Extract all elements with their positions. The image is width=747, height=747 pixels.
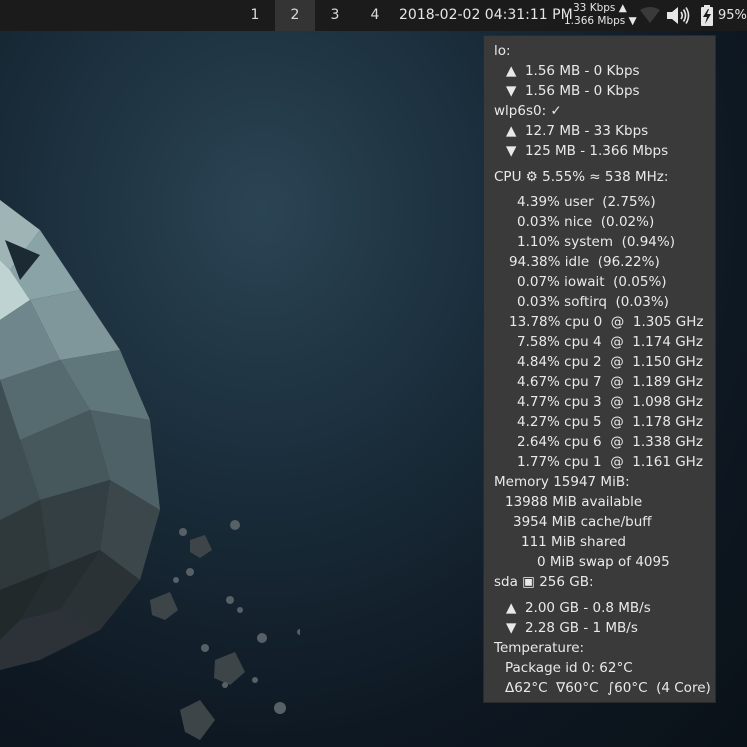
cpu-core-5: 4.27% cpu 5 @ 1.178 GHz <box>517 414 703 430</box>
network-speed-widget[interactable]: 33 Kbps ▲ 1.366 Mbps ▼ <box>564 2 637 28</box>
wifi-icon[interactable] <box>640 7 660 24</box>
battery-percentage: 95% <box>718 8 747 23</box>
cpu-user: 4.39% user (2.75%) <box>517 194 656 210</box>
workspace-2-button[interactable]: 2 <box>275 0 315 31</box>
memory-available: 13988 MiB available <box>505 494 643 510</box>
cpu-core-4: 7.58% cpu 4 @ 1.174 GHz <box>517 334 703 350</box>
wlp6s0-upload: ▲ 12.7 MB - 33 Kbps <box>506 123 649 139</box>
temperature-stats: Δ62°C ∇60°C ∫60°C (4 Core) <box>505 680 711 696</box>
wlp6s0-interface-label: wlp6s0: ✓ <box>494 103 562 119</box>
temperature-package: Package id 0: 62°C <box>505 660 633 676</box>
cpu-softirq: 0.03% softirq (0.03%) <box>517 294 669 310</box>
memory-shared: 111 MiB shared <box>521 534 627 550</box>
cpu-core-6: 2.64% cpu 6 @ 1.338 GHz <box>517 434 703 450</box>
volume-icon[interactable] <box>666 6 690 25</box>
cpu-nice: 0.03% nice (0.02%) <box>517 214 655 230</box>
cpu-label: CPU ⚙ 5.55% ≈ 538 MHz: <box>494 169 669 185</box>
disk-sda-read: ▲ 2.00 GB - 0.8 MB/s <box>506 600 651 616</box>
memory-label: Memory 15947 MiB: <box>494 474 630 490</box>
cpu-system: 1.10% system (0.94%) <box>517 234 675 250</box>
disk-sda-label: sda ▣ 256 GB: <box>494 574 594 590</box>
net-down-speed: 1.366 Mbps ▼ <box>564 15 637 27</box>
cpu-core-7: 4.67% cpu 7 @ 1.189 GHz <box>517 374 703 390</box>
wallpaper-planet <box>0 200 300 740</box>
top-bar: 1 2 3 4 2018-02-02 04:31:11 PM 33 Kbps ▲… <box>0 0 747 31</box>
lo-download: ▼ 1.56 MB - 0 Kbps <box>506 83 640 99</box>
disk-sda-write: ▼ 2.28 GB - 1 MB/s <box>506 620 638 636</box>
wlp6s0-download: ▼ 125 MB - 1.366 Mbps <box>506 143 669 159</box>
cpu-core-0: 13.78% cpu 0 @ 1.305 GHz <box>509 314 704 330</box>
clock[interactable]: 2018-02-02 04:31:11 PM <box>399 0 573 31</box>
memory-cache: 3954 MiB cache/buff <box>513 514 652 530</box>
battery-charging-icon[interactable] <box>700 5 714 26</box>
cpu-idle: 94.38% idle (96.22%) <box>509 254 660 270</box>
workspace-4-button[interactable]: 4 <box>355 0 395 31</box>
cpu-core-2: 4.84% cpu 2 @ 1.150 GHz <box>517 354 703 370</box>
workspace-1-button[interactable]: 1 <box>235 0 275 31</box>
lo-interface-label: lo: <box>494 43 511 59</box>
lo-upload: ▲ 1.56 MB - 0 Kbps <box>506 63 640 79</box>
net-up-speed: 33 Kbps ▲ <box>573 2 627 14</box>
workspace-3-button[interactable]: 3 <box>315 0 355 31</box>
temperature-label: Temperature: <box>494 640 585 656</box>
cpu-core-1: 1.77% cpu 1 @ 1.161 GHz <box>517 454 703 470</box>
cpu-core-3: 4.77% cpu 3 @ 1.098 GHz <box>517 394 703 410</box>
memory-swap: 0 MiB swap of 4095 <box>537 554 670 570</box>
cpu-iowait: 0.07% iowait (0.05%) <box>517 274 667 290</box>
system-monitor-popup: lo: ▲ 1.56 MB - 0 Kbps ▼ 1.56 MB - 0 Kbp… <box>483 35 716 703</box>
